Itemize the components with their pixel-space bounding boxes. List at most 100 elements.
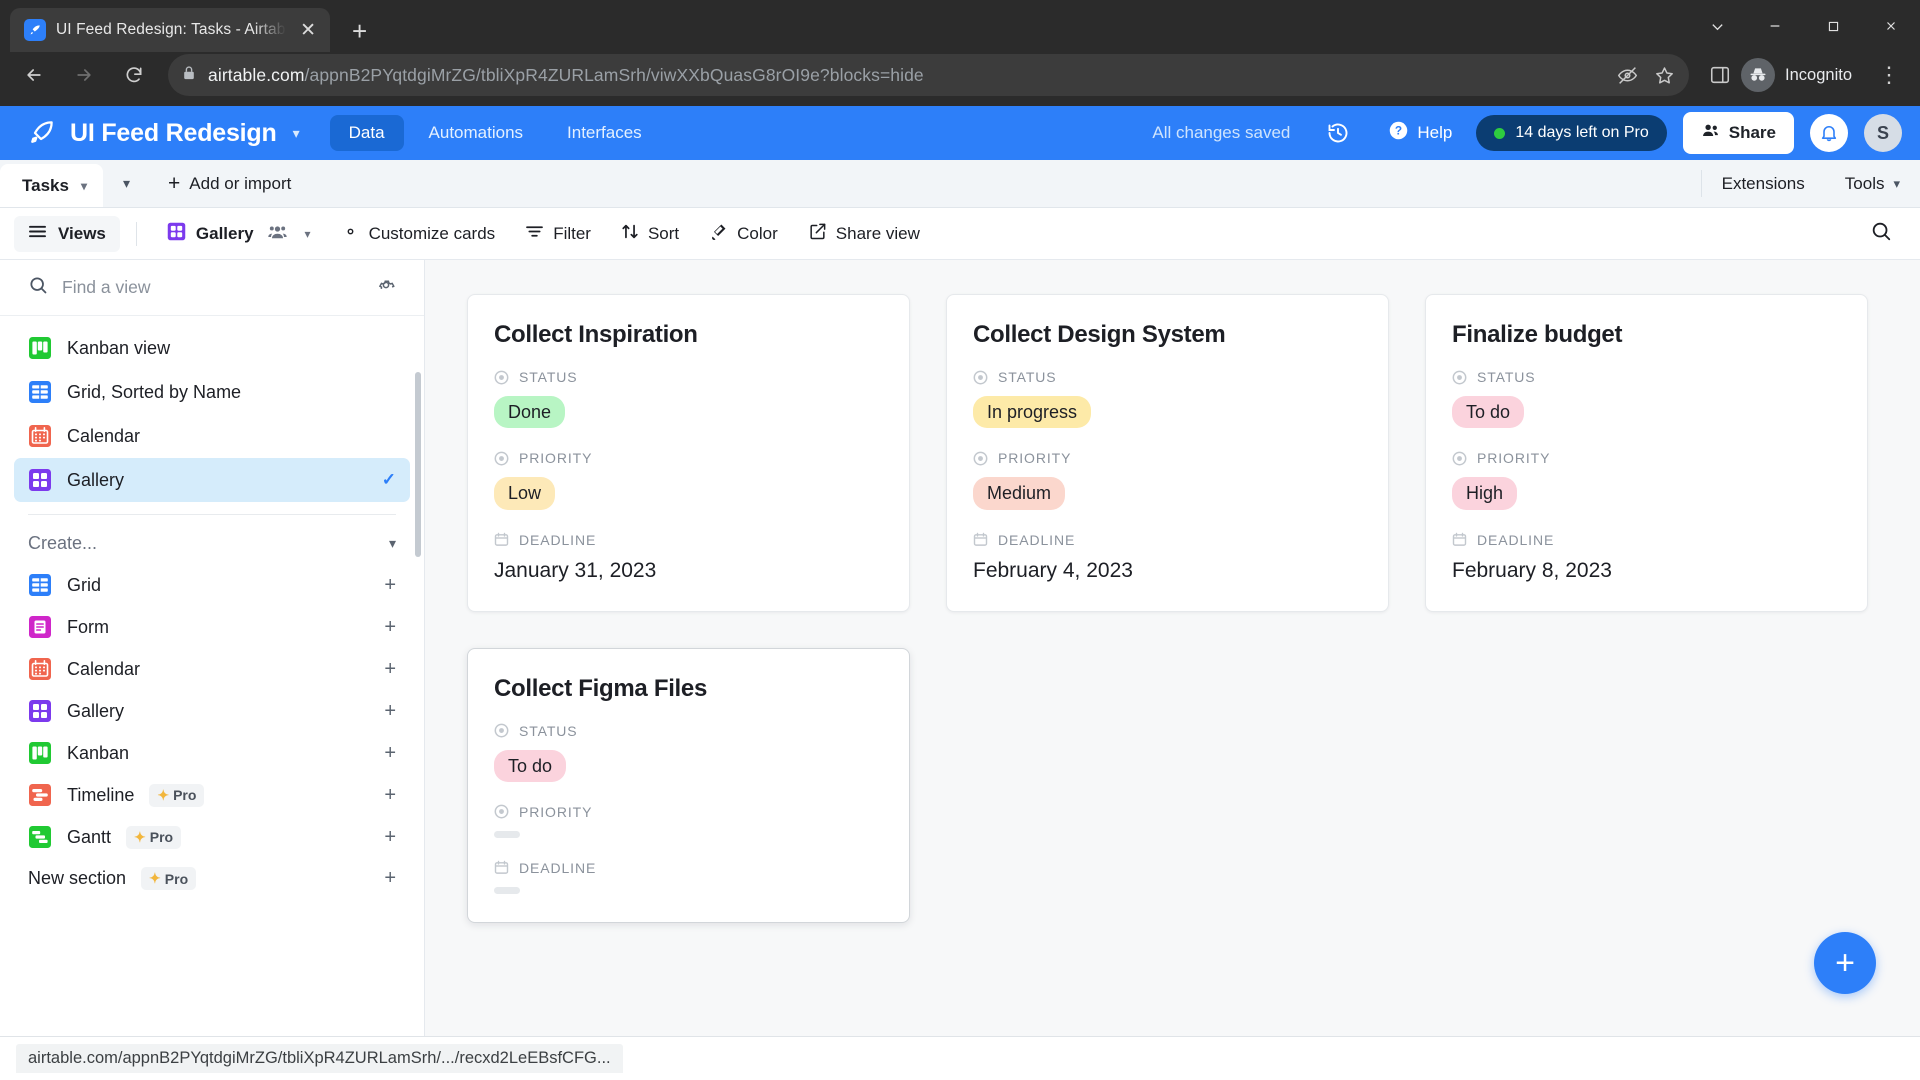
create-item-gantt[interactable]: Gantt ✦ Pro + bbox=[0, 816, 424, 858]
plus-icon[interactable]: + bbox=[384, 700, 396, 723]
field-label-text: STATUS bbox=[1477, 369, 1536, 385]
current-view-button[interactable]: Gallery ▾ bbox=[153, 213, 324, 255]
field-label-priority: PRIORITY bbox=[1452, 450, 1841, 466]
filter-label: Filter bbox=[553, 223, 591, 243]
customize-cards-button[interactable]: Customize cards bbox=[328, 214, 509, 254]
plus-icon[interactable]: + bbox=[352, 18, 367, 44]
history-icon[interactable] bbox=[1316, 115, 1360, 151]
sidebar-item-calendar[interactable]: Calendar bbox=[14, 414, 410, 458]
plus-icon[interactable]: + bbox=[384, 658, 396, 681]
plus-icon[interactable]: + bbox=[384, 616, 396, 639]
card-field-deadline: DEADLINE January 31, 2023 bbox=[494, 532, 883, 583]
views-toggle-button[interactable]: Views bbox=[14, 215, 120, 252]
avatar[interactable]: S bbox=[1864, 114, 1902, 152]
gear-icon[interactable] bbox=[376, 275, 396, 300]
share-label: Share bbox=[1728, 123, 1776, 142]
minimize-icon[interactable] bbox=[1746, 0, 1804, 52]
header-right: All changes saved ? Help 14 days left on… bbox=[1152, 112, 1902, 154]
tools-button[interactable]: Tools ▾ bbox=[1825, 160, 1920, 207]
people-icon bbox=[267, 223, 288, 245]
chevron-down-icon[interactable]: ▾ bbox=[389, 535, 396, 552]
views-label: Views bbox=[58, 223, 106, 243]
field-label-status: STATUS bbox=[1452, 369, 1841, 385]
plus-icon[interactable]: + bbox=[384, 574, 396, 597]
single-select-icon bbox=[494, 804, 509, 819]
add-or-import-button[interactable]: + Add or import bbox=[150, 160, 309, 207]
date-icon bbox=[494, 861, 509, 875]
tab-interfaces[interactable]: Interfaces bbox=[548, 115, 661, 151]
table-bar-right: Extensions Tools ▾ bbox=[1700, 160, 1920, 207]
card-field-status: STATUS To do bbox=[494, 723, 883, 782]
plus-icon[interactable]: + bbox=[384, 784, 396, 807]
chevron-down-icon: ▾ bbox=[304, 226, 311, 241]
card-title: Collect Design System bbox=[973, 321, 1226, 348]
save-status: All changes saved bbox=[1152, 123, 1291, 142]
arrow-left-icon[interactable] bbox=[12, 53, 56, 97]
create-item-kanban[interactable]: Kanban + bbox=[0, 732, 424, 774]
plus-icon[interactable]: + bbox=[384, 826, 396, 849]
table-tab-tasks[interactable]: Tasks ▾ bbox=[0, 164, 103, 207]
create-item-timeline[interactable]: Timeline ✦ Pro + bbox=[0, 774, 424, 816]
gallery-card[interactable]: Finalize budget STATUS To do PRIORITY Hi… bbox=[1425, 294, 1868, 612]
url-bar[interactable]: airtable.com/appnB2PYqtdgiMrZG/tbliXpR4Z… bbox=[168, 54, 1690, 96]
status-badge: To do bbox=[494, 749, 567, 782]
share-button[interactable]: Share bbox=[1682, 112, 1794, 154]
chevron-down-icon[interactable]: ▾ bbox=[293, 125, 300, 142]
create-item-new-section[interactable]: New section ✦ Pro + bbox=[0, 858, 424, 899]
paint-icon bbox=[709, 222, 728, 246]
create-section-header[interactable]: Create... ▾ bbox=[0, 515, 424, 564]
tab-data[interactable]: Data bbox=[329, 115, 404, 151]
incognito-profile-button[interactable]: Incognito bbox=[1737, 55, 1864, 95]
sidebar-scrollbar[interactable] bbox=[415, 372, 421, 557]
gallery-card[interactable]: Collect Design System STATUS In progress… bbox=[946, 294, 1389, 612]
table-tab-label: Tasks bbox=[22, 175, 69, 195]
url-path: /appnB2PYqtdgiMrZG/tbliXpR4ZURLamSrh/viw… bbox=[304, 64, 924, 85]
expand-tables-icon[interactable]: ▾ bbox=[103, 160, 150, 207]
add-record-button[interactable]: + bbox=[1814, 932, 1876, 994]
extensions-button[interactable]: Extensions bbox=[1702, 160, 1825, 207]
color-button[interactable]: Color bbox=[696, 214, 791, 254]
filter-button[interactable]: Filter bbox=[512, 216, 604, 252]
find-view-input[interactable] bbox=[62, 277, 362, 298]
share-view-button[interactable]: Share view bbox=[795, 214, 933, 254]
card-grid: Collect Inspiration STATUS Done PRIORITY… bbox=[467, 294, 1878, 923]
plus-icon[interactable]: + bbox=[384, 867, 396, 890]
plus-icon[interactable]: + bbox=[384, 742, 396, 765]
tab-automations[interactable]: Automations bbox=[410, 115, 543, 151]
browser-tab[interactable]: UI Feed Redesign: Tasks - Airtable ✕ bbox=[10, 8, 330, 52]
sidebar-item-grid-sorted-by-name[interactable]: Grid, Sorted by Name bbox=[14, 370, 410, 414]
chevron-down-icon[interactable] bbox=[1688, 0, 1746, 52]
sidebar-item-kanban-view[interactable]: Kanban view bbox=[14, 326, 410, 370]
single-select-icon bbox=[1452, 451, 1467, 466]
help-button[interactable]: ? Help bbox=[1378, 114, 1462, 152]
status-badge: Done bbox=[494, 396, 566, 429]
card-field-priority: PRIORITY High bbox=[1452, 450, 1841, 510]
search-icon[interactable] bbox=[1860, 212, 1902, 255]
reload-icon[interactable] bbox=[112, 53, 156, 97]
create-item-calendar[interactable]: Calendar + bbox=[0, 648, 424, 690]
close-icon[interactable]: ✕ bbox=[296, 18, 320, 43]
field-label-deadline: DEADLINE bbox=[1452, 532, 1841, 548]
gallery-card[interactable]: Collect Inspiration STATUS Done PRIORITY… bbox=[467, 294, 910, 612]
side-panel-icon[interactable] bbox=[1709, 64, 1731, 86]
current-view-label: Gallery bbox=[195, 223, 254, 243]
create-item-form[interactable]: Form + bbox=[0, 606, 424, 648]
chevron-down-icon[interactable]: ▾ bbox=[81, 179, 87, 193]
eye-slash-icon[interactable] bbox=[1617, 65, 1638, 86]
gallery-card[interactable]: Collect Figma Files STATUS To do PRIORIT… bbox=[467, 647, 910, 923]
create-item-grid[interactable]: Grid + bbox=[0, 564, 424, 606]
sidebar-item-gallery[interactable]: Gallery ✓ bbox=[14, 458, 410, 502]
field-label-priority: PRIORITY bbox=[973, 450, 1362, 466]
maximize-icon[interactable] bbox=[1804, 0, 1862, 52]
create-item-label: Gallery bbox=[67, 700, 125, 721]
sort-button[interactable]: Sort bbox=[608, 215, 692, 253]
rocket-icon bbox=[24, 19, 46, 41]
field-label-text: DEADLINE bbox=[1477, 531, 1555, 548]
close-icon[interactable] bbox=[1862, 0, 1920, 52]
kebab-menu-icon[interactable]: ⋮ bbox=[1870, 62, 1908, 88]
field-label-status: STATUS bbox=[973, 369, 1362, 385]
trial-badge[interactable]: 14 days left on Pro bbox=[1476, 115, 1667, 151]
bell-icon[interactable] bbox=[1810, 114, 1848, 152]
star-icon[interactable] bbox=[1654, 65, 1675, 86]
create-item-gallery[interactable]: Gallery + bbox=[0, 690, 424, 732]
